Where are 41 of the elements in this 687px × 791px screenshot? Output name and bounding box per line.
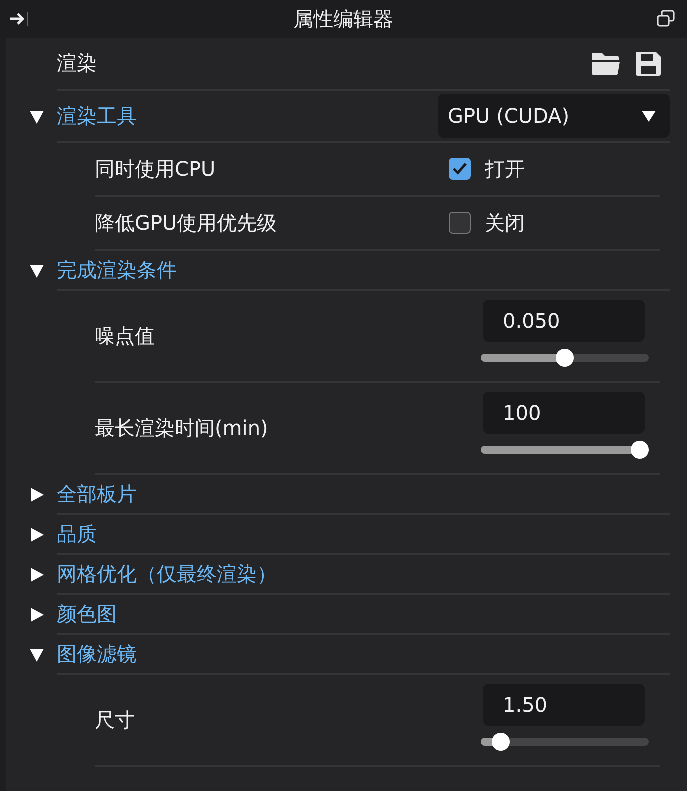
section-title[interactable]: 完成渲染条件 — [57, 256, 177, 284]
checkbox-label: 打开 — [485, 156, 525, 182]
section-title[interactable]: 网格优化（仅最终渲染） — [57, 560, 277, 588]
slider-thumb[interactable] — [556, 348, 574, 366]
triangle-down-icon[interactable] — [29, 263, 45, 279]
section-title[interactable]: 品质 — [57, 520, 97, 548]
section-title[interactable]: 颜色图 — [57, 600, 117, 628]
checkbox-label: 关闭 — [485, 210, 525, 236]
caret-icon — [642, 110, 656, 122]
slider-thumb[interactable] — [492, 732, 510, 750]
triangle-right-icon[interactable] — [29, 567, 45, 583]
folder-icon[interactable] — [591, 52, 621, 76]
value-field[interactable]: 1.50 — [483, 684, 645, 726]
slider[interactable] — [481, 732, 649, 750]
option-label: 降低GPU使用优先级 — [95, 210, 278, 236]
section-title[interactable]: 图像滤镜 — [57, 640, 137, 668]
window-title: 属性编辑器 — [294, 6, 394, 32]
section-title[interactable]: 全部板片 — [57, 480, 137, 508]
triangle-down-icon[interactable] — [29, 647, 45, 663]
option-label: 尺寸 — [95, 706, 136, 734]
arrow-right-icon[interactable] — [9, 11, 29, 27]
value-field[interactable]: 100 — [483, 392, 645, 434]
section-title[interactable]: 渲染工具 — [57, 102, 137, 130]
option-label: 最长渲染时间(min) — [95, 414, 270, 442]
checkbox[interactable] — [449, 212, 471, 234]
triangle-right-icon[interactable] — [29, 487, 45, 503]
checkmark-icon — [452, 162, 468, 176]
option-label: 噪点值 — [95, 322, 156, 350]
slider[interactable] — [481, 348, 649, 366]
option-label: 同时使用CPU — [95, 156, 217, 182]
restore-window-icon[interactable] — [657, 10, 675, 28]
value-field[interactable]: 0.050 — [483, 300, 645, 342]
triangle-right-icon[interactable] — [29, 607, 45, 623]
triangle-right-icon[interactable] — [29, 527, 45, 543]
panel-title: 渲染 — [57, 50, 97, 77]
renderer-dropdown[interactable]: GPU (CUDA) — [438, 94, 670, 138]
triangle-down-icon[interactable] — [29, 109, 45, 125]
slider[interactable] — [481, 440, 649, 458]
save-icon[interactable] — [635, 50, 662, 76]
slider-thumb[interactable] — [631, 440, 649, 458]
checkbox[interactable] — [449, 158, 471, 180]
